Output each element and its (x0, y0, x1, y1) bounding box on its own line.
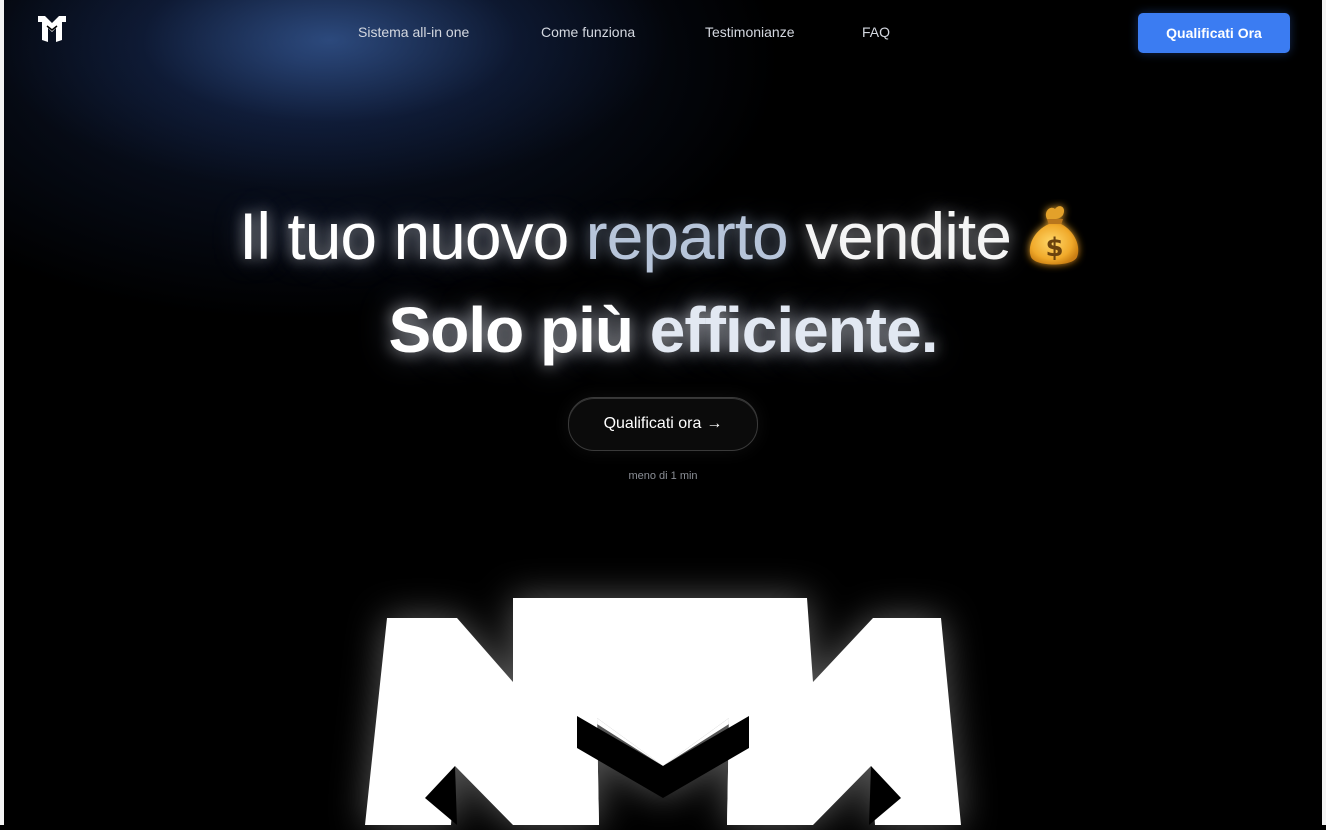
qualificati-ora-hero-button[interactable]: Qualificati ora → (568, 397, 758, 451)
hero-line2-part1: Solo più (388, 294, 634, 366)
nav-link-faq[interactable]: FAQ (862, 24, 890, 40)
hero-line1-part1: Il tuo nuovo (239, 199, 569, 273)
big-mm-logo (365, 598, 961, 825)
nav-link-come-funziona[interactable]: Come funziona (541, 24, 635, 40)
hero-line1-part2: reparto (585, 199, 789, 273)
arrow-right-icon: → (706, 415, 723, 432)
nav-link-sistema[interactable]: Sistema all-in one (358, 24, 469, 40)
qualificati-ora-nav-button[interactable]: Qualificati Ora (1138, 13, 1290, 53)
svg-text:$: $ (1045, 233, 1062, 263)
money-bag-icon: $ (1021, 199, 1087, 273)
nav-link-testimonianze[interactable]: Testimonianze (705, 24, 795, 40)
hero-headline-line2: Solo più efficiente. (0, 290, 1326, 370)
hero-line1-part3: vendite (805, 199, 1012, 273)
left-edge (0, 0, 4, 825)
hero-line2-part2: efficiente. (649, 294, 939, 366)
right-edge (1322, 0, 1326, 825)
main-nav: Sistema all-in one Come funziona Testimo… (0, 24, 1326, 44)
hero-headline-line1: Il tuo nuovo reparto vendite $ (0, 196, 1326, 279)
hero-cta-label: Qualificati ora (603, 415, 702, 432)
time-estimate-note: meno di 1 min (628, 470, 698, 482)
